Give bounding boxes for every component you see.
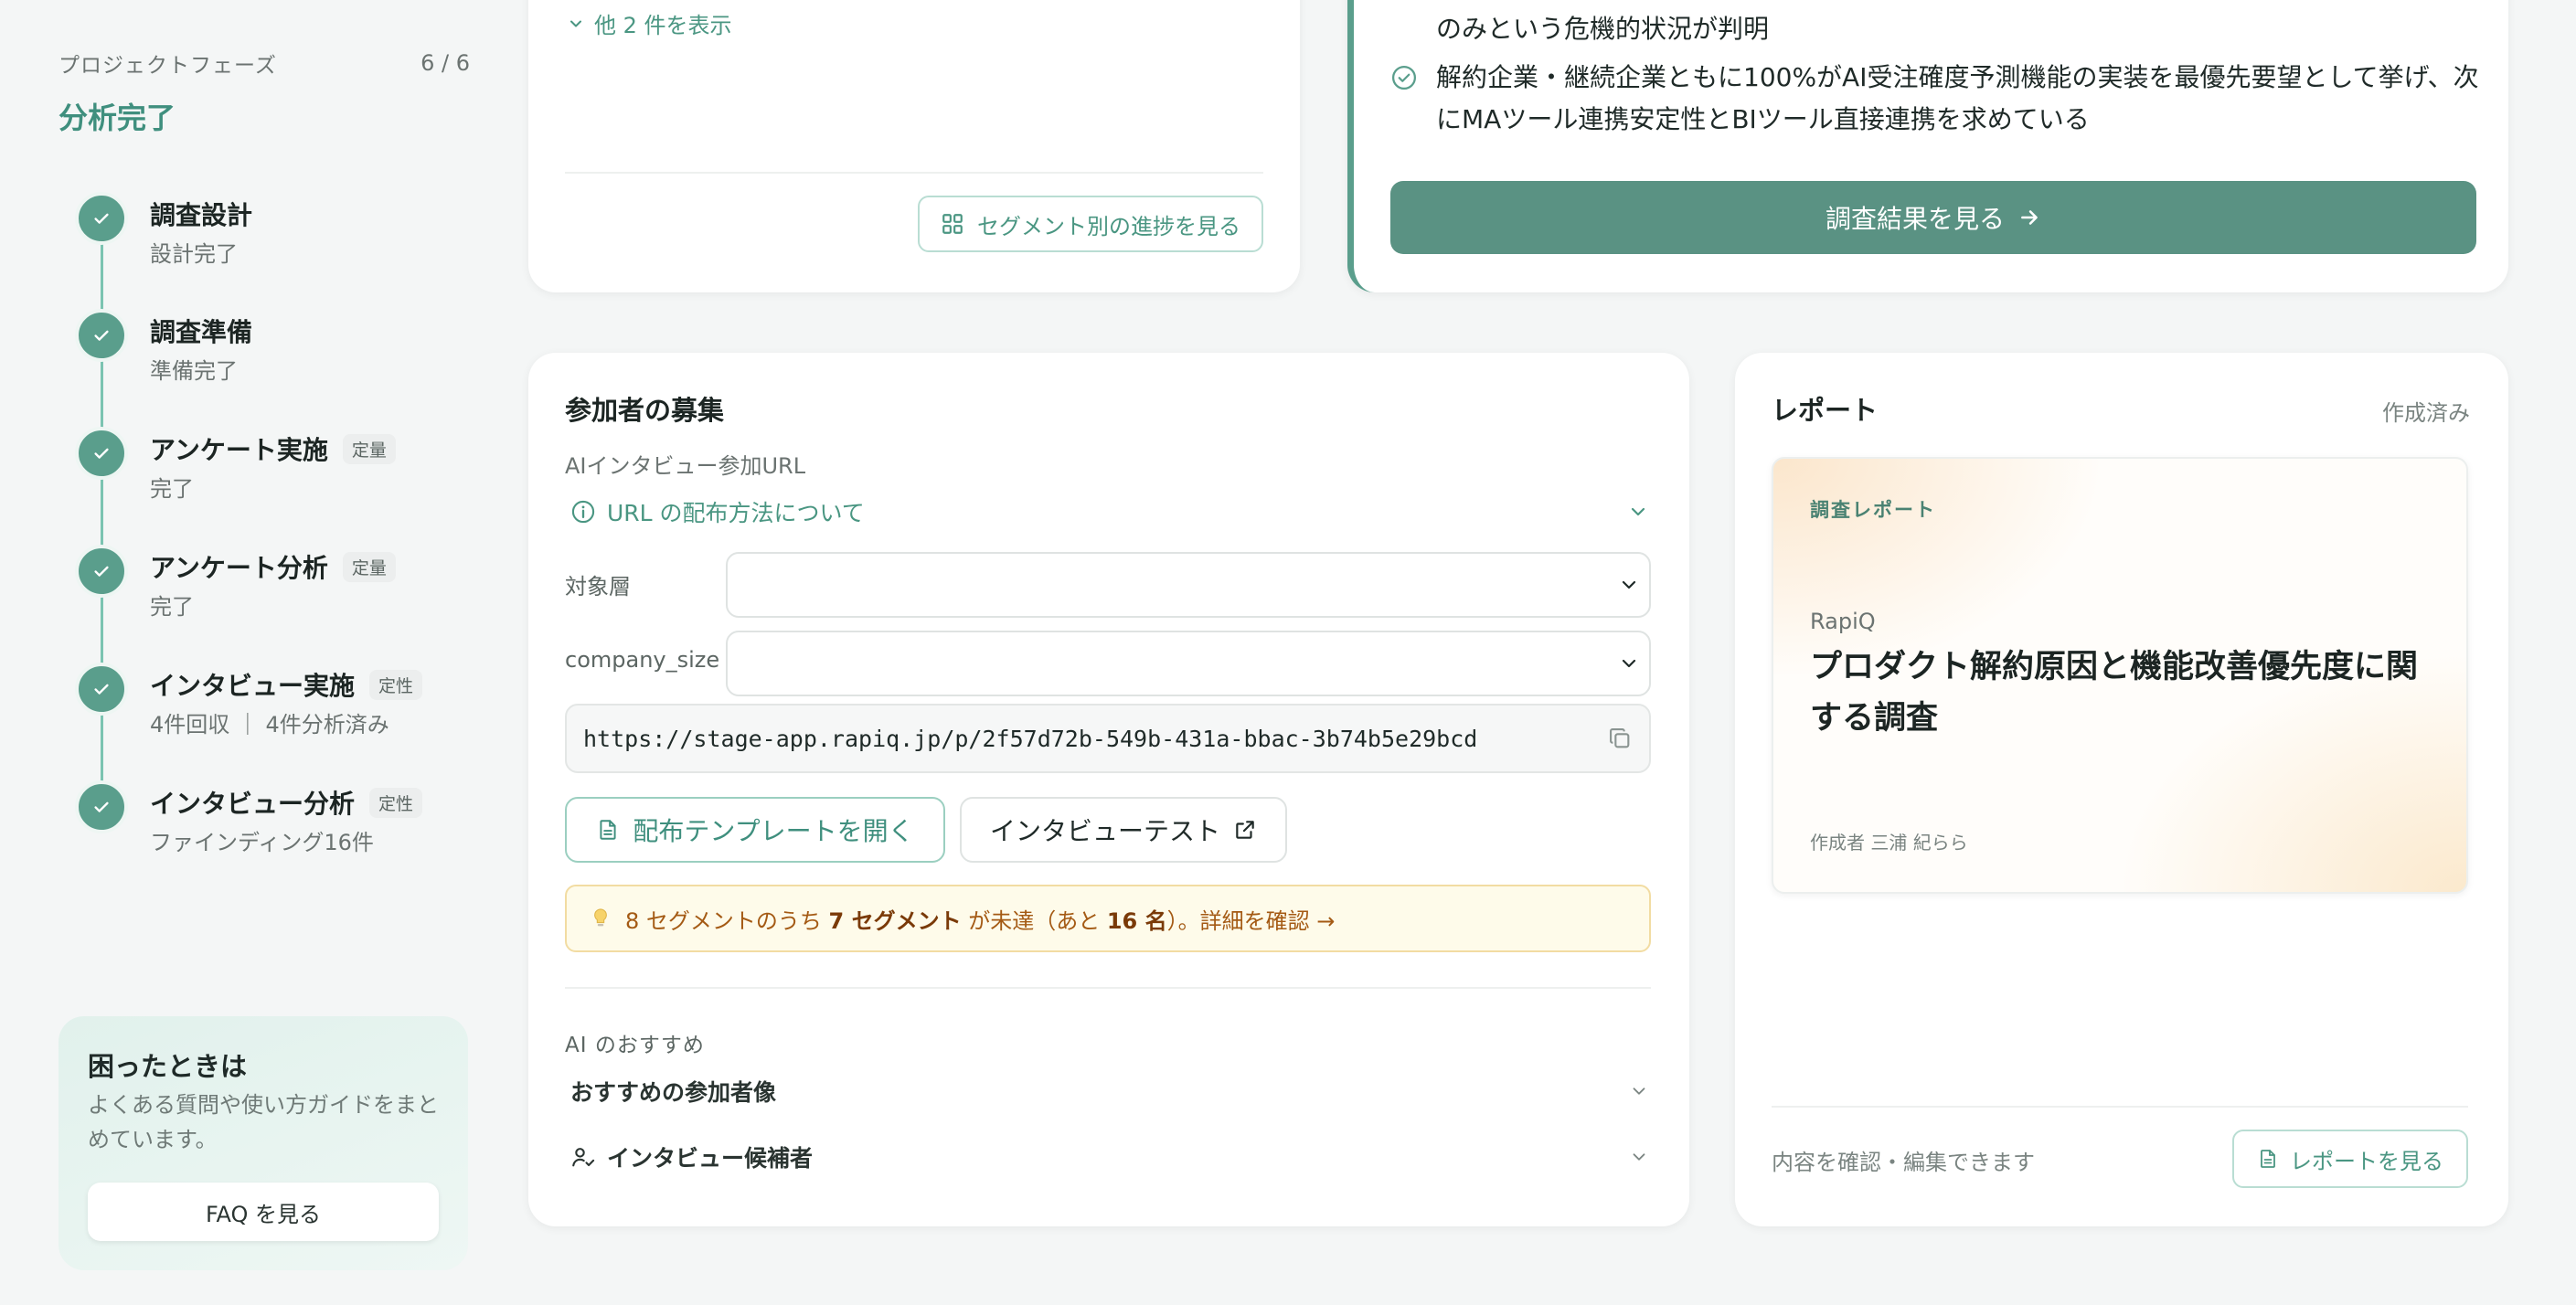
step-interview-analysis[interactable]: インタビュー分析 定性 ファインディング16件 <box>75 780 459 881</box>
phase-caption: プロジェクトフェーズ <box>59 54 277 78</box>
chevron-down-icon <box>1629 1081 1649 1101</box>
divider <box>565 987 1651 989</box>
findings-card: のみという危機的状況が判明 解約企業・継続企業ともに100%がAI受注確度予測機… <box>1347 0 2508 292</box>
chevron-down-icon <box>1618 574 1640 596</box>
grid-icon <box>941 212 964 236</box>
sidebar: プロジェクトフェーズ 6 / 6 分析完了 調査設計 設計完了 調査準備 準備完… <box>0 0 512 1305</box>
lightbulb-icon <box>591 907 611 930</box>
finding-item-2: 解約企業・継続企業ともに100%がAI受注確度予測機能の実装を最優先要望として挙… <box>1436 62 2479 134</box>
open-template-label: 配布テンプレートを開く <box>633 816 914 846</box>
document-icon <box>2257 1148 2279 1170</box>
check-icon <box>75 545 128 598</box>
ai-row-label: おすすめの参加者像 <box>570 1079 777 1106</box>
step-sub: 設計完了 <box>150 241 238 267</box>
copy-icon[interactable] <box>1607 726 1633 751</box>
check-icon <box>75 427 128 480</box>
finding-item-1: のみという危機的状況が判明 <box>1436 14 1770 44</box>
step-sub: ファインディング16件 <box>150 830 374 855</box>
arrow-right-icon <box>2017 206 2041 229</box>
ai-row-interview-candidates[interactable]: インタビュー候補者 <box>570 1141 1649 1173</box>
show-more-label: 他 2 件を表示 <box>594 13 732 38</box>
company-size-select[interactable] <box>726 631 1651 696</box>
report-status: 作成済み <box>2382 400 2470 426</box>
step-sub: 完了 <box>150 594 194 620</box>
recruit-title: 参加者の募集 <box>565 395 725 426</box>
ai-row-recommended-persona[interactable]: おすすめの参加者像 <box>570 1075 1649 1108</box>
view-results-button[interactable]: 調査結果を見る <box>1390 181 2476 254</box>
report-note: 内容を確認・編集できます <box>1772 1150 2035 1175</box>
check-circle-icon <box>1390 64 1418 91</box>
step-title: アンケート実施 定量 <box>150 430 396 467</box>
step-title: 調査準備 <box>150 317 253 347</box>
divider <box>565 172 1263 174</box>
segment-select[interactable] <box>726 552 1651 618</box>
step-badge: 定量 <box>342 551 396 582</box>
step-badge: 定性 <box>369 787 423 818</box>
step-badge: 定性 <box>369 669 423 700</box>
ai-recommend-label: AI のおすすめ <box>565 1034 705 1057</box>
step-badge: 定量 <box>342 433 396 464</box>
document-icon <box>596 818 620 842</box>
distribution-toggle[interactable]: URL の配布方法について <box>570 495 1649 528</box>
step-survey-run[interactable]: アンケート実施 定量 完了 <box>75 427 459 527</box>
recruit-card: 参加者の募集 AIインタビュー参加URL URL の配布方法について 対象層 c… <box>528 353 1689 1226</box>
distribution-label: URL の配布方法について <box>607 500 865 526</box>
segment-progress-label: セグメント別の進捗を見る <box>977 213 1240 239</box>
cover-brand: RapiQ <box>1810 609 1876 634</box>
step-survey-design[interactable]: 調査設計 設計完了 <box>75 192 459 292</box>
step-title: インタビュー分析 定性 <box>150 784 423 821</box>
step-title: アンケート分析 定量 <box>150 548 396 585</box>
view-report-label: レポートを見る <box>2290 1148 2443 1174</box>
report-card: レポート 作成済み 調査レポート RapiQ プロダクト解約原因と機能改善優先度… <box>1735 353 2508 1226</box>
segment-progress-button[interactable]: セグメント別の進捗を見る <box>918 196 1263 252</box>
faq-button[interactable]: FAQ を見る <box>88 1183 439 1241</box>
divider <box>1772 1106 2468 1108</box>
cover-title: プロダクト解約原因と機能改善優先度に関する調査 <box>1810 649 2419 737</box>
report-title: レポート <box>1772 395 1879 426</box>
step-sub: 完了 <box>150 476 194 502</box>
view-report-button[interactable]: レポートを見る <box>2232 1130 2468 1188</box>
check-icon <box>75 780 128 833</box>
step-survey-analysis[interactable]: アンケート分析 定量 完了 <box>75 545 459 645</box>
report-cover[interactable]: 調査レポート RapiQ プロダクト解約原因と機能改善優先度に関する調査 作成者… <box>1772 457 2468 894</box>
cover-tag: 調査レポート <box>1810 499 1936 521</box>
check-icon <box>75 663 128 716</box>
show-more-link[interactable]: 他 2 件を表示 <box>567 7 732 39</box>
step-survey-prep[interactable]: 調査準備 準備完了 <box>75 309 459 409</box>
external-link-icon <box>1233 818 1257 842</box>
user-check-icon <box>570 1144 596 1170</box>
ai-row-label: インタビュー候補者 <box>607 1145 814 1172</box>
interview-test-label: インタビューテスト <box>989 816 1220 846</box>
phase-title: 分析完了 <box>59 101 176 135</box>
progress-card: 他 2 件を表示 セグメント別の進捗を見る <box>528 0 1300 292</box>
help-title: 困ったときは <box>88 1051 248 1082</box>
warning-text: 8 セグメントのうち 7 セグメント が未達（あと 16 名）。詳細を確認 → <box>625 907 1336 934</box>
step-sub: 4件回収 ｜ 4件分析済み <box>150 712 389 737</box>
step-sub: 準備完了 <box>150 358 238 384</box>
segment-warning[interactable]: 8 セグメントのうち 7 セグメント が未達（あと 16 名）。詳細を確認 → <box>565 885 1651 952</box>
step-title: 調査設計 <box>150 200 253 230</box>
chevron-down-icon <box>567 15 585 33</box>
info-icon <box>570 499 596 525</box>
help-text: よくある質問や使い方ガイドをまとめています。 <box>88 1092 439 1152</box>
chevron-down-icon <box>1629 1147 1649 1167</box>
chevron-down-icon <box>1627 501 1649 523</box>
interview-test-button[interactable]: インタビューテスト <box>960 797 1287 863</box>
open-template-button[interactable]: 配布テンプレートを開く <box>565 797 945 863</box>
phase-header: プロジェクトフェーズ 6 / 6 <box>59 48 470 79</box>
company-size-label: company_size <box>565 647 720 673</box>
view-results-label: 調査結果を見る <box>1825 204 2005 234</box>
url-label: AIインタビュー参加URL <box>565 453 806 479</box>
segment-field-label: 対象層 <box>565 574 631 599</box>
check-icon <box>75 192 128 245</box>
step-title: インタビュー実施 定性 <box>150 666 423 703</box>
cover-author: 作成者 三浦 紀らら <box>1810 832 1968 854</box>
interview-url-field[interactable]: https://stage-app.rapiq.jp/p/2f57d72b-54… <box>565 704 1651 773</box>
phase-count: 6 / 6 <box>420 50 470 76</box>
interview-url: https://stage-app.rapiq.jp/p/2f57d72b-54… <box>583 725 1478 752</box>
check-icon <box>75 309 128 362</box>
chevron-down-icon <box>1618 652 1640 674</box>
help-box: 困ったときは よくある質問や使い方ガイドをまとめています。 FAQ を見る <box>59 1016 468 1270</box>
step-interview-run[interactable]: インタビュー実施 定性 4件回収 ｜ 4件分析済み <box>75 663 459 763</box>
